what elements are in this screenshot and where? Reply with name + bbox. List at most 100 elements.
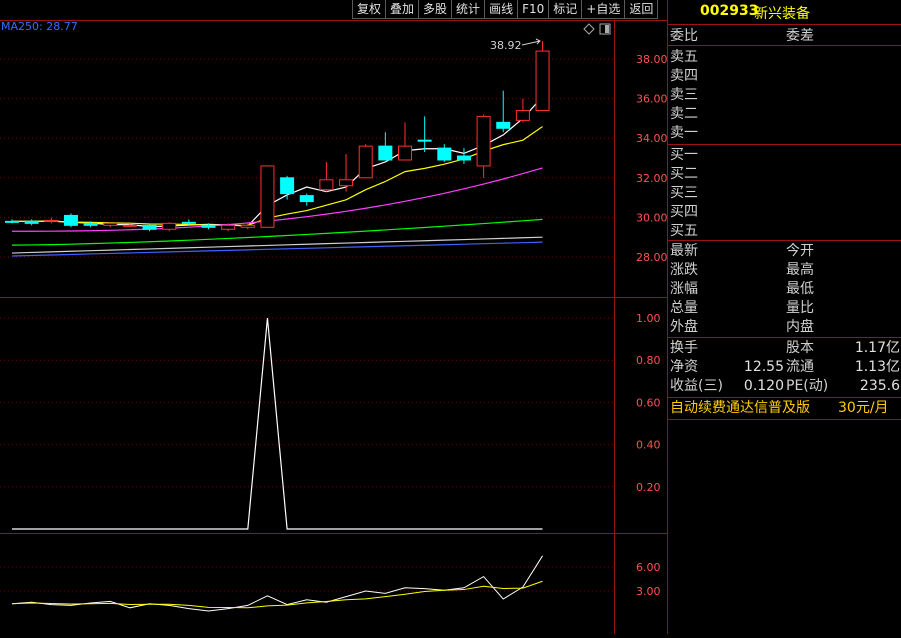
toolbar-button-2[interactable]: 多股 [418, 0, 453, 19]
candle-body [103, 222, 118, 226]
price-high-marker: 38.92 [490, 39, 522, 52]
lower-indicator-line [11, 555, 543, 612]
fin-value2-1: 1.13亿 [854, 359, 900, 375]
toolbar-button-6[interactable]: 标记 [548, 0, 583, 19]
candle-body [260, 165, 275, 228]
buy-level-2: 买三 [670, 185, 698, 201]
price-tick: 38.00 [636, 53, 667, 66]
sell-level-2: 卖三 [670, 87, 698, 103]
stat-left-0: 最新 [670, 243, 698, 259]
candle-body [358, 145, 373, 179]
candle-body [5, 220, 19, 223]
indicator-line [12, 317, 543, 530]
fin-value-2: 0.120 [743, 378, 784, 394]
candle-body [535, 50, 550, 111]
buy-level-4: 买五 [670, 223, 698, 239]
stat-left-3: 总量 [670, 300, 698, 316]
volume-tick: 1.00 [636, 312, 661, 325]
lower-signal-line [11, 580, 543, 609]
price-tick: 36.00 [636, 93, 667, 106]
stat-right-4: 内盘 [786, 319, 814, 335]
sell-level-0: 卖五 [670, 49, 698, 65]
candle-body [63, 214, 78, 226]
quote-panel: 002933 新兴装备 委比 委差 自动续费通达信普及版 30元/月 卖五卖四卖… [667, 0, 901, 634]
ma5-line [12, 96, 543, 228]
stock-title: 002933 新兴装备 [668, 0, 901, 25]
ma250-line [11, 241, 543, 257]
ad-price[interactable]: 30元/月 [838, 399, 889, 417]
toolbar: 复权 叠加 多股 统计 画线 F10 标记 +自选 返回 [352, 0, 659, 20]
toolbar-button-5[interactable]: F10 [517, 0, 550, 19]
price-tick: 30.00 [636, 211, 667, 224]
candle-body [319, 179, 334, 191]
weibi-label: 委比 [670, 28, 698, 44]
toolbar-button-7[interactable]: +自选 [581, 0, 626, 19]
candle-body [122, 224, 137, 227]
weicha-label: 委差 [786, 28, 814, 44]
candle-body [417, 139, 432, 142]
volume-tick: 0.40 [636, 439, 661, 452]
candle-body [181, 221, 196, 224]
ma120-line [11, 236, 543, 254]
stat-left-4: 外盘 [670, 319, 698, 335]
price-tick: 34.00 [636, 132, 667, 145]
lower-tick: 3.00 [636, 585, 661, 598]
fin-label2-1: 流通 [786, 359, 814, 375]
candle-body [398, 145, 412, 161]
window-icon-fill [605, 25, 609, 33]
stock-code: 002933 [700, 3, 759, 19]
sell-level-3: 卖二 [670, 106, 698, 122]
fin-value2-2: 235.6 [859, 378, 900, 394]
fin-label-2: 收益(三) [670, 378, 723, 394]
stock-name: 新兴装备 [754, 6, 810, 22]
candle-body [221, 224, 236, 230]
kline-chart[interactable]: 38.00 36.00 34.00 32.00 30.00 28.00 1.00 0.80 0.… [0, 0, 668, 634]
toolbar-button-8[interactable]: 返回 [624, 0, 659, 19]
price-tick: 28.00 [636, 251, 667, 264]
fin-value2-0: 1.17亿 [854, 340, 900, 356]
ad-text[interactable]: 自动续费通达信普及版 [670, 399, 810, 417]
candle-body [456, 155, 471, 161]
candle-body [339, 179, 354, 187]
stat-right-2: 最低 [786, 281, 814, 297]
candle-body [142, 224, 157, 230]
fin-label-1: 净资 [670, 359, 698, 375]
volume-tick: 0.80 [636, 354, 661, 367]
diamond-icon[interactable] [583, 23, 595, 35]
fin-value-1: 12.55 [743, 359, 784, 375]
stat-left-1: 涨跌 [670, 262, 698, 278]
sell-level-1: 卖四 [670, 68, 698, 84]
candle-body [162, 222, 177, 230]
candle-body [24, 220, 39, 224]
price-tick: 32.00 [636, 172, 667, 185]
candle-body [515, 109, 530, 121]
stat-right-1: 最高 [786, 262, 814, 278]
candle-body [280, 177, 295, 195]
candle-body [44, 219, 59, 222]
toolbar-button-0[interactable]: 复权 [352, 0, 387, 19]
ma250-label: MA250: 28.77 [1, 20, 78, 33]
toolbar-button-1[interactable]: 叠加 [385, 0, 420, 19]
arrow-icon [521, 38, 541, 46]
ma10-line [12, 126, 543, 227]
candle-body [437, 147, 452, 161]
chart-area[interactable]: 38.00 36.00 34.00 32.00 30.00 28.00 1.00 0.80 0.… [0, 0, 668, 634]
fin-label2-2: PE(动) [786, 378, 829, 394]
candle-body [476, 115, 491, 167]
candle-body [240, 224, 255, 228]
fin-label2-0: 股本 [786, 340, 814, 356]
toolbar-button-3[interactable]: 统计 [451, 0, 486, 19]
volume-tick: 0.60 [636, 396, 661, 409]
volume-tick: 0.20 [636, 481, 661, 494]
stat-right-0: 今开 [786, 243, 814, 259]
lower-tick: 6.00 [636, 561, 661, 574]
fin-label-0: 换手 [670, 340, 698, 356]
toolbar-button-4[interactable]: 画线 [484, 0, 519, 19]
candle-body [299, 195, 314, 203]
candle-body [201, 224, 216, 228]
candle-body [496, 121, 511, 129]
stat-right-3: 量比 [786, 300, 814, 316]
candle-body [378, 145, 393, 161]
candle-body [83, 222, 98, 226]
buy-level-3: 买四 [670, 204, 698, 220]
